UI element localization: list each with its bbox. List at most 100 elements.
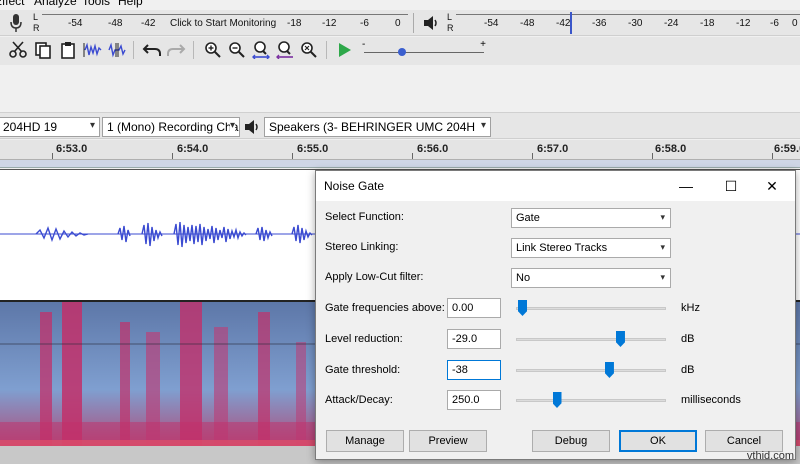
start-monitoring-prompt[interactable]: Click to Start Monitoring <box>170 18 276 29</box>
select-function-label: Select Function: <box>325 211 404 223</box>
trim-icon[interactable] <box>82 39 104 61</box>
play-at-speed-icon[interactable] <box>333 39 355 61</box>
play-meter-tick: -18 <box>700 18 715 29</box>
play-meter-scale <box>456 14 800 15</box>
microphone-icon[interactable] <box>8 13 24 36</box>
chevron-down-icon: ▾ <box>480 120 486 131</box>
rec-meter-tick: -42 <box>141 18 156 29</box>
ok-button[interactable]: OK <box>619 430 697 452</box>
timeline-label: 6:56.0 <box>417 143 449 155</box>
menu-effect[interactable]: Effect <box>0 0 24 8</box>
stereo-linking-value: Link Stereo Tracks <box>516 242 608 254</box>
play-meter-left-label: L <box>447 12 453 22</box>
rec-meter-tick: -48 <box>108 18 123 29</box>
attack-decay-input[interactable]: 250.0 <box>447 390 501 410</box>
debug-button[interactable]: Debug <box>532 430 610 452</box>
manage-button[interactable]: Manage <box>326 430 404 452</box>
stereo-linking-dropdown[interactable]: Link Stereo Tracks ▾ <box>511 238 671 258</box>
rec-meter-tick: 0 <box>395 18 401 29</box>
stereo-linking-label: Stereo Linking: <box>325 241 399 253</box>
output-device-select[interactable]: Speakers (3- BEHRINGER UMC 204H ▾ <box>264 117 491 137</box>
rec-meter-right-label: R <box>33 23 40 33</box>
menu-tools[interactable]: Tools <box>82 0 110 8</box>
edit-toolbar: - + <box>0 37 800 65</box>
speaker-icon[interactable] <box>422 14 440 35</box>
chevron-down-icon: ▾ <box>660 272 665 282</box>
noise-gate-dialog: Noise Gate — ☐ ✕ Select Function: Gate ▾… <box>315 170 796 460</box>
channels-value: 1 (Mono) Recording Chan <box>107 120 240 134</box>
rec-meter-tick: -18 <box>287 18 302 29</box>
copy-icon[interactable] <box>32 39 54 61</box>
gate-freq-unit: kHz <box>681 302 700 314</box>
input-device-select[interactable]: 204HD 19 ▾ <box>0 117 100 137</box>
input-device-value: 204HD 19 <box>3 120 58 134</box>
redo-icon[interactable] <box>165 39 187 61</box>
low-cut-dropdown[interactable]: No ▾ <box>511 268 671 288</box>
gate-freq-input[interactable]: 0.00 <box>447 298 501 318</box>
attack-decay-label: Attack/Decay: <box>325 394 393 406</box>
channels-select[interactable]: 1 (Mono) Recording Chan ▾ <box>102 117 240 137</box>
preview-button[interactable]: Preview <box>409 430 487 452</box>
slider-thumb[interactable] <box>552 392 562 408</box>
timeline-scrub-strip[interactable] <box>0 160 800 168</box>
meter-toolbar: L R -54 -48 -42 Click to Start Monitorin… <box>0 10 800 36</box>
silence-icon[interactable] <box>106 39 128 61</box>
level-reduction-slider[interactable] <box>516 329 666 349</box>
timeline-label: 6:55.0 <box>297 143 329 155</box>
low-cut-label: Apply Low-Cut filter: <box>325 271 424 283</box>
fit-selection-icon[interactable] <box>250 39 272 61</box>
rec-meter-tick: -54 <box>68 18 83 29</box>
play-meter-right-label: R <box>447 23 454 33</box>
level-reduction-label: Level reduction: <box>325 333 403 345</box>
minimize-icon[interactable]: — <box>663 171 709 201</box>
close-icon[interactable]: ✕ <box>749 171 795 201</box>
slider-thumb[interactable] <box>518 300 527 316</box>
gate-threshold-input[interactable]: -38 <box>447 360 501 380</box>
gate-threshold-unit: dB <box>681 364 695 376</box>
watermark-text: vthid.com <box>746 450 794 462</box>
timeline-label: 6:53.0 <box>56 143 88 155</box>
gate-freq-slider[interactable] <box>516 298 666 318</box>
rec-meter-scale <box>42 14 408 15</box>
select-function-dropdown[interactable]: Gate ▾ <box>511 208 671 228</box>
timeline-label: 6:57.0 <box>537 143 569 155</box>
play-meter-tick: -24 <box>664 18 679 29</box>
gate-threshold-slider[interactable] <box>516 360 666 380</box>
slider-thumb[interactable] <box>615 331 625 347</box>
device-toolbar: 204HD 19 ▾ 1 (Mono) Recording Chan ▾ Spe… <box>0 112 800 139</box>
timeline-label: 6:59.0 <box>774 143 800 155</box>
undo-icon[interactable] <box>141 39 163 61</box>
chevron-down-icon: ▾ <box>89 120 95 131</box>
play-meter-tick: -12 <box>736 18 751 29</box>
play-speed-slider[interactable]: - + <box>360 39 488 61</box>
zoom-out-icon[interactable] <box>226 39 248 61</box>
timeline-label: 6:58.0 <box>655 143 687 155</box>
attack-decay-slider[interactable] <box>516 390 666 410</box>
dialog-title: Noise Gate <box>324 179 385 193</box>
minimize-glyph: — <box>679 178 693 194</box>
cancel-button[interactable]: Cancel <box>705 430 783 452</box>
menu-analyze[interactable]: Analyze <box>34 0 77 8</box>
fit-project-icon[interactable] <box>274 39 296 61</box>
chevron-down-icon: ▾ <box>229 120 235 131</box>
speed-slider-thumb[interactable] <box>398 48 406 56</box>
speed-max-label: + <box>480 39 486 50</box>
zoom-in-icon[interactable] <box>202 39 224 61</box>
maximize-icon[interactable]: ☐ <box>708 171 754 201</box>
timeline-label: 6:54.0 <box>177 143 209 155</box>
play-meter-tick: 0 <box>792 18 798 29</box>
slider-thumb[interactable] <box>604 362 614 378</box>
menu-help[interactable]: Help <box>118 0 143 8</box>
speaker-icon <box>243 118 261 139</box>
attack-decay-unit: milliseconds <box>681 394 741 406</box>
cut-icon[interactable] <box>7 39 29 61</box>
paste-icon[interactable] <box>57 39 79 61</box>
zoom-toggle-icon[interactable] <box>298 39 320 61</box>
low-cut-value: No <box>516 272 531 284</box>
play-meter-tick: -6 <box>770 18 779 29</box>
level-reduction-input[interactable]: -29.0 <box>447 329 501 349</box>
rec-meter-tick: -6 <box>360 18 369 29</box>
select-function-value: Gate <box>516 212 540 224</box>
dialog-titlebar[interactable]: Noise Gate — ☐ ✕ <box>316 171 795 201</box>
timeline-ruler[interactable]: 6:53.0 6:54.0 6:55.0 6:56.0 6:57.0 6:58.… <box>0 140 800 160</box>
